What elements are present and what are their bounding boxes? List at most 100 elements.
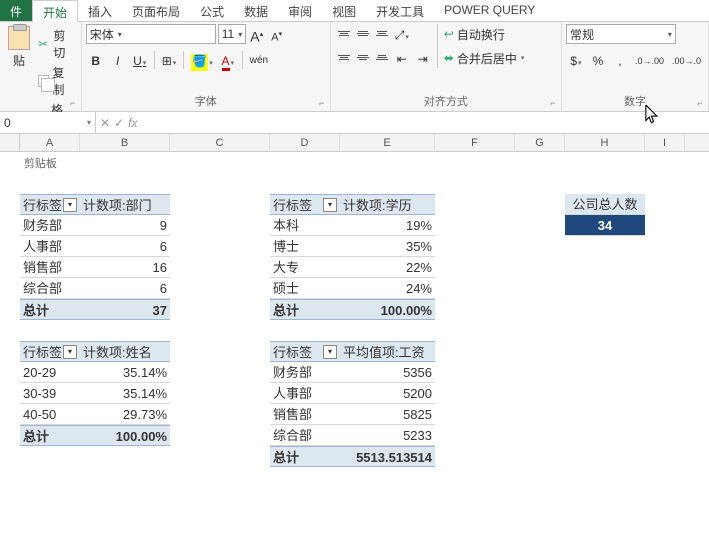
cell[interactable]: 销售部 <box>270 404 340 425</box>
cell[interactable]: 5825 <box>340 404 435 425</box>
align-right-button[interactable] <box>373 48 391 66</box>
cell[interactable]: 16 <box>80 257 170 278</box>
italic-button[interactable]: I <box>108 50 128 70</box>
cell[interactable]: 37 <box>80 299 170 320</box>
cell[interactable]: 财务部 <box>270 362 340 383</box>
align-top-button[interactable] <box>335 24 353 42</box>
cell[interactable]: 总计 <box>270 299 340 320</box>
col-header[interactable]: C <box>170 134 270 151</box>
cell[interactable]: 6 <box>80 278 170 299</box>
orientation-button[interactable]: ⤢▾ <box>392 24 412 44</box>
cancel-formula-icon[interactable]: ✕ <box>100 116 110 130</box>
merge-center-button[interactable]: ⬌合并后居中▾ <box>442 49 527 68</box>
underline-button[interactable]: U▾ <box>130 50 150 70</box>
cell[interactable]: 财务部 <box>20 215 80 236</box>
tab-data[interactable]: 数据 <box>234 0 278 21</box>
align-center-button[interactable] <box>354 48 372 66</box>
cell[interactable]: 行标签▾ <box>270 341 340 362</box>
paste-button[interactable]: 贴 <box>13 52 25 69</box>
accounting-format-button[interactable]: $▾ <box>566 50 586 70</box>
tab-powerquery[interactable]: POWER QUERY <box>434 0 545 21</box>
tab-review[interactable]: 审阅 <box>278 0 322 21</box>
tab-home[interactable]: 开始 <box>32 0 78 22</box>
border-button[interactable]: ⊞▾ <box>159 50 180 70</box>
paste-icon[interactable] <box>8 26 30 50</box>
cell[interactable]: 行标签▾ <box>20 194 80 215</box>
col-header[interactable]: F <box>435 134 515 151</box>
cell[interactable]: 24% <box>340 278 435 299</box>
filter-dropdown-icon[interactable]: ▾ <box>323 345 337 359</box>
name-box[interactable]: 0▾ <box>0 112 96 133</box>
filter-dropdown-icon[interactable]: ▾ <box>323 198 337 212</box>
cell[interactable]: 19% <box>340 215 435 236</box>
alignment-dialog-launcher[interactable]: ⌐ <box>547 97 559 109</box>
cell[interactable]: 行标签▾ <box>20 341 80 362</box>
cell[interactable]: 6 <box>80 236 170 257</box>
copy-button[interactable]: 复制 <box>36 63 77 99</box>
cell[interactable]: 5233 <box>340 425 435 446</box>
filter-dropdown-icon[interactable]: ▾ <box>63 345 77 359</box>
bold-button[interactable]: B <box>86 50 106 70</box>
cell[interactable]: 本科 <box>270 215 340 236</box>
cell[interactable]: 大专 <box>270 257 340 278</box>
align-left-button[interactable] <box>335 48 353 66</box>
cell[interactable]: 100.00% <box>340 299 435 320</box>
cell[interactable]: 硕士 <box>270 278 340 299</box>
col-header[interactable]: H <box>565 134 645 151</box>
col-header[interactable]: G <box>515 134 565 151</box>
formula-input[interactable] <box>141 112 709 133</box>
cell[interactable]: 销售部 <box>20 257 80 278</box>
cell[interactable]: 5356 <box>340 362 435 383</box>
cell[interactable]: 5200 <box>340 383 435 404</box>
font-dialog-launcher[interactable]: ⌐ <box>316 97 328 109</box>
cell[interactable]: 29.73% <box>80 404 170 425</box>
tab-file[interactable]: 件 <box>0 0 32 21</box>
shrink-font-button[interactable]: A▾ <box>268 25 286 43</box>
tab-layout[interactable]: 页面布局 <box>122 0 190 21</box>
indent-decrease-button[interactable]: ⇤ <box>392 48 412 68</box>
select-all-corner[interactable] <box>0 134 20 151</box>
col-header[interactable]: D <box>270 134 340 151</box>
font-size-combo[interactable]: 11▾ <box>218 24 246 44</box>
cell[interactable]: 博士 <box>270 236 340 257</box>
comma-button[interactable]: , <box>610 50 630 70</box>
decrease-decimal-button[interactable]: .00→.0 <box>669 50 704 70</box>
fx-icon[interactable]: fx <box>128 116 137 130</box>
cell[interactable]: 35% <box>340 236 435 257</box>
cell[interactable]: 34 <box>565 215 645 236</box>
cell[interactable]: 综合部 <box>270 425 340 446</box>
align-bottom-button[interactable] <box>373 24 391 42</box>
cell[interactable]: 公司总人数 <box>565 194 645 215</box>
col-header[interactable]: B <box>80 134 170 151</box>
number-dialog-launcher[interactable]: ⌐ <box>694 97 706 109</box>
col-header[interactable]: I <box>645 134 685 151</box>
cell[interactable]: 总计 <box>20 425 80 446</box>
cell[interactable]: 综合部 <box>20 278 80 299</box>
increase-decimal-button[interactable]: .0→.00 <box>632 50 667 70</box>
cell[interactable]: 行标签▾ <box>270 194 340 215</box>
percent-button[interactable]: % <box>588 50 608 70</box>
cell[interactable]: 40-50 <box>20 404 80 425</box>
align-middle-button[interactable] <box>354 24 372 42</box>
tab-insert[interactable]: 插入 <box>78 0 122 21</box>
font-name-combo[interactable]: 宋体▾ <box>86 24 216 44</box>
cell[interactable]: 30-39 <box>20 383 80 404</box>
cell[interactable]: 9 <box>80 215 170 236</box>
cell[interactable]: 平均值项:工资 <box>340 341 435 362</box>
cell[interactable]: 100.00% <box>80 425 170 446</box>
cell[interactable]: 计数项:学历 <box>340 194 435 215</box>
filter-dropdown-icon[interactable]: ▾ <box>63 198 77 212</box>
cell[interactable]: 20-29 <box>20 362 80 383</box>
tab-formulas[interactable]: 公式 <box>190 0 234 21</box>
cell[interactable]: 总计 <box>270 446 340 467</box>
cut-button[interactable]: ✂剪切 <box>36 26 77 62</box>
grow-font-button[interactable]: A▴ <box>248 25 266 43</box>
indent-increase-button[interactable]: ⇥ <box>413 48 433 68</box>
cell[interactable]: 35.14% <box>80 362 170 383</box>
number-format-combo[interactable]: 常规▾ <box>566 24 676 44</box>
cell[interactable]: 人事部 <box>270 383 340 404</box>
wrap-text-button[interactable]: ↩自动换行 <box>442 25 527 44</box>
col-header[interactable]: E <box>340 134 435 151</box>
phonetic-button[interactable]: wén <box>247 50 271 70</box>
cell[interactable]: 5513.513514 <box>340 446 435 467</box>
